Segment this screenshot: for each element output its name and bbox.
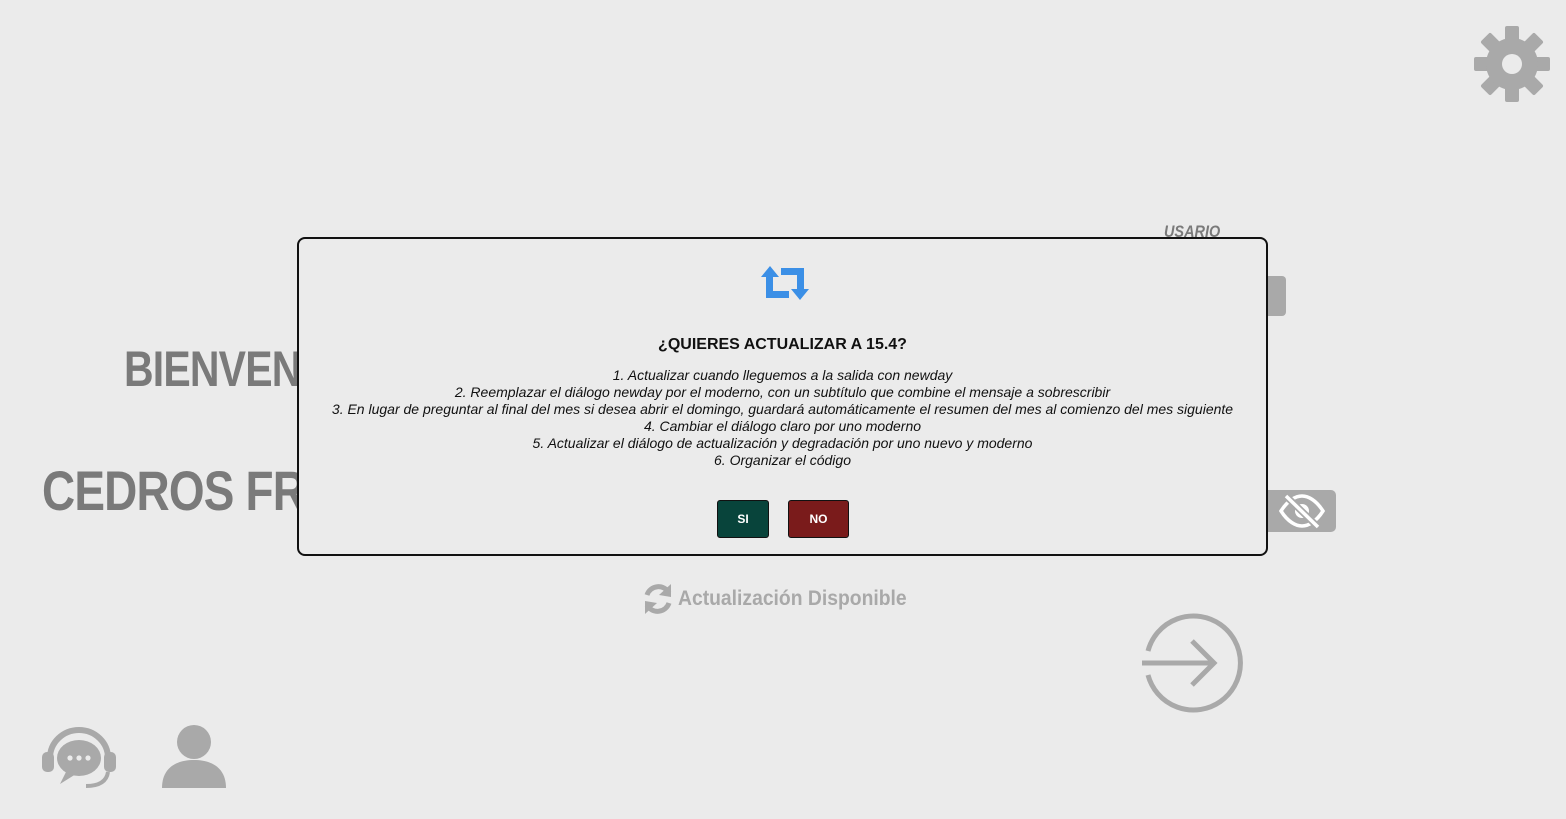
- no-button[interactable]: NO: [788, 500, 849, 538]
- support-button[interactable]: [40, 724, 118, 790]
- changes-list: 1. Actualizar cuando lleguemos a la sali…: [299, 367, 1266, 469]
- login-button[interactable]: [1140, 613, 1244, 713]
- list-item: 1. Actualizar cuando lleguemos a la sali…: [612, 367, 953, 383]
- eye-slash-icon: [1278, 493, 1326, 529]
- list-item: 4. Cambiar el diálogo claro por uno mode…: [643, 418, 922, 434]
- user-icon: [162, 725, 226, 788]
- list-item: 3. En lugar de preguntar al final del me…: [331, 401, 1234, 417]
- update-dialog: ¿QUIERES ACTUALIZAR A 15.4? 1. Actualiza…: [297, 237, 1268, 556]
- update-available-link[interactable]: Actualización Disponible: [642, 580, 927, 618]
- dialog-title: ¿QUIERES ACTUALIZAR A 15.4?: [658, 336, 907, 353]
- gear-icon: [1474, 26, 1550, 102]
- headset-chat-icon: [42, 727, 116, 788]
- sign-in-icon: [1142, 613, 1243, 713]
- list-item: 5. Actualizar el diálogo de actualizació…: [532, 435, 1033, 451]
- list-item: 2. Reemplazar el diálogo newday por el m…: [454, 384, 1111, 400]
- list-item: 6. Organizar el código: [714, 452, 851, 468]
- yes-button[interactable]: SI: [717, 500, 769, 538]
- account-button[interactable]: [160, 722, 228, 790]
- welcome-title: BIENVENI: [124, 341, 312, 397]
- password-toggle-button[interactable]: [1268, 490, 1336, 532]
- settings-button[interactable]: [1474, 26, 1550, 102]
- retweet-icon: [759, 263, 811, 303]
- update-available-text: Actualización Disponible: [678, 587, 907, 610]
- sync-icon: [644, 584, 672, 614]
